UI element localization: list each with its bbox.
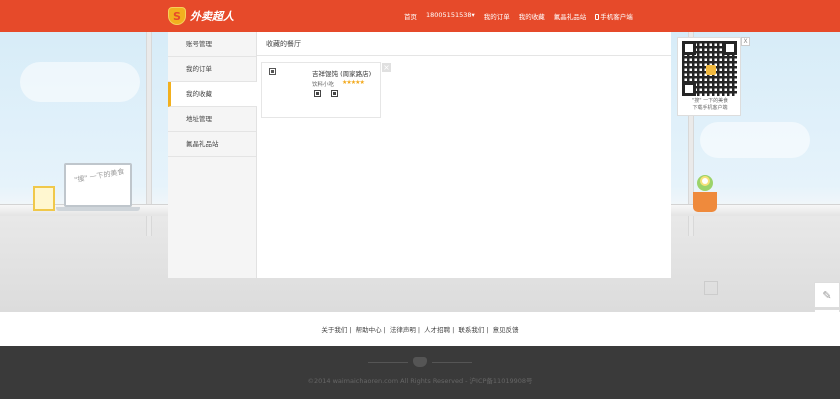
brand-name: 外卖超人 <box>190 10 234 23</box>
sidebar-item-gifts[interactable]: 氟晶礼品站 <box>168 132 256 157</box>
page-title: 收藏的餐厅 <box>257 32 671 56</box>
account-sidebar: 账号管理 我的订单 我的收藏 地址管理 氟晶礼品站 <box>168 32 257 278</box>
qr-corner <box>682 41 696 55</box>
nav-account-phone: 18005151538 <box>426 11 472 19</box>
flower-illustration <box>697 175 713 191</box>
qr-corner <box>723 41 737 55</box>
restaurant-category: 饮料小吃 <box>312 82 335 88</box>
footer-link-contact[interactable]: 联系我们 <box>458 326 484 334</box>
nav-gifts-link[interactable]: 氟晶礼品站 <box>554 11 587 21</box>
qr-code-icon <box>682 41 737 96</box>
laptop-illustration: "搜" 一下的美食 <box>64 163 132 207</box>
nav-mobile-app-link[interactable]: 手机客户端 <box>595 11 633 21</box>
placeholder-image-icon <box>704 281 718 295</box>
nav-account-menu[interactable]: 18005151538▾ <box>426 11 475 21</box>
copyright-text: ©2014 waimaichaoren.com All Rights Reser… <box>307 377 533 385</box>
nav-orders-link[interactable]: 我的订单 <box>484 11 510 21</box>
feedback-edit-icon[interactable]: ✎ <box>814 282 840 308</box>
qr-logo-icon <box>706 65 716 75</box>
main-nav: 首页 18005151538▾ 我的订单 我的收藏 氟晶礼品站 手机客户端 <box>404 11 633 21</box>
footer-link-jobs[interactable]: 人才招聘 <box>424 326 450 334</box>
favorites-panel: 收藏的餐厅 吉祥馄饨 (周家路店) 饮料小吃 ★★★★★ × <box>257 32 671 278</box>
nav-mobile-app-label: 手机客户端 <box>600 13 633 21</box>
sidebar-item-addresses[interactable]: 地址管理 <box>168 107 256 132</box>
brand-logo[interactable]: S 外卖超人 <box>168 7 234 25</box>
nav-home-link[interactable]: 首页 <box>404 11 417 21</box>
footer-link-help[interactable]: 帮助中心 <box>356 326 382 334</box>
footer-link-feedback[interactable]: 意见反馈 <box>493 326 519 334</box>
qr-caption-line2: 下载手机客户端 <box>692 105 728 111</box>
divider <box>368 362 408 363</box>
qr-corner <box>682 82 696 96</box>
payment-icon <box>331 90 338 97</box>
sidebar-item-orders[interactable]: 我的订单 <box>168 57 256 82</box>
laptop-slogan: "搜" 一下的美食 <box>73 167 125 185</box>
delivery-icon <box>314 90 321 97</box>
sidebar-item-favorites[interactable]: 我的收藏 <box>168 82 257 107</box>
rating-stars: ★★★★★ <box>342 79 365 86</box>
restaurant-card[interactable]: 吉祥馄饨 (周家路店) 饮料小吃 ★★★★★ <box>261 62 381 118</box>
footer-links: 关于我们 | 帮助中心 | 法律声明 | 人才招聘 | 联系我们 | 意见反馈 <box>321 326 519 334</box>
restaurant-logo-icon <box>269 68 276 75</box>
cloud-decoration <box>700 122 810 158</box>
qr-caption: "搜" 一下的美食 下载手机客户端 <box>680 98 740 112</box>
footer-bottom <box>0 346 840 399</box>
footer-link-legal[interactable]: 法律声明 <box>390 326 416 334</box>
restaurant-name[interactable]: 吉祥馄饨 (周家路店) <box>312 68 371 78</box>
laptop-base <box>56 207 140 211</box>
footer-logo-icon <box>413 357 427 367</box>
footer-link-about[interactable]: 关于我们 <box>321 326 347 334</box>
photo-frame-illustration <box>33 186 55 211</box>
nav-favorites-link[interactable]: 我的收藏 <box>519 11 545 21</box>
sidebar-item-account[interactable]: 账号管理 <box>168 32 256 57</box>
remove-favorite-button[interactable]: × <box>382 63 391 72</box>
divider <box>432 362 472 363</box>
app-download-qr-panel: "搜" 一下的美食 下载手机客户端 <box>677 37 741 116</box>
logo-icon: S <box>168 7 186 25</box>
cloud-decoration <box>20 62 140 102</box>
flower-pot-illustration <box>693 192 717 212</box>
phone-icon <box>595 14 600 20</box>
qr-close-button[interactable]: X <box>741 37 750 46</box>
qr-caption-line1: "搜" 一下的美食 <box>691 98 729 104</box>
chevron-down-icon: ▾ <box>471 11 475 19</box>
